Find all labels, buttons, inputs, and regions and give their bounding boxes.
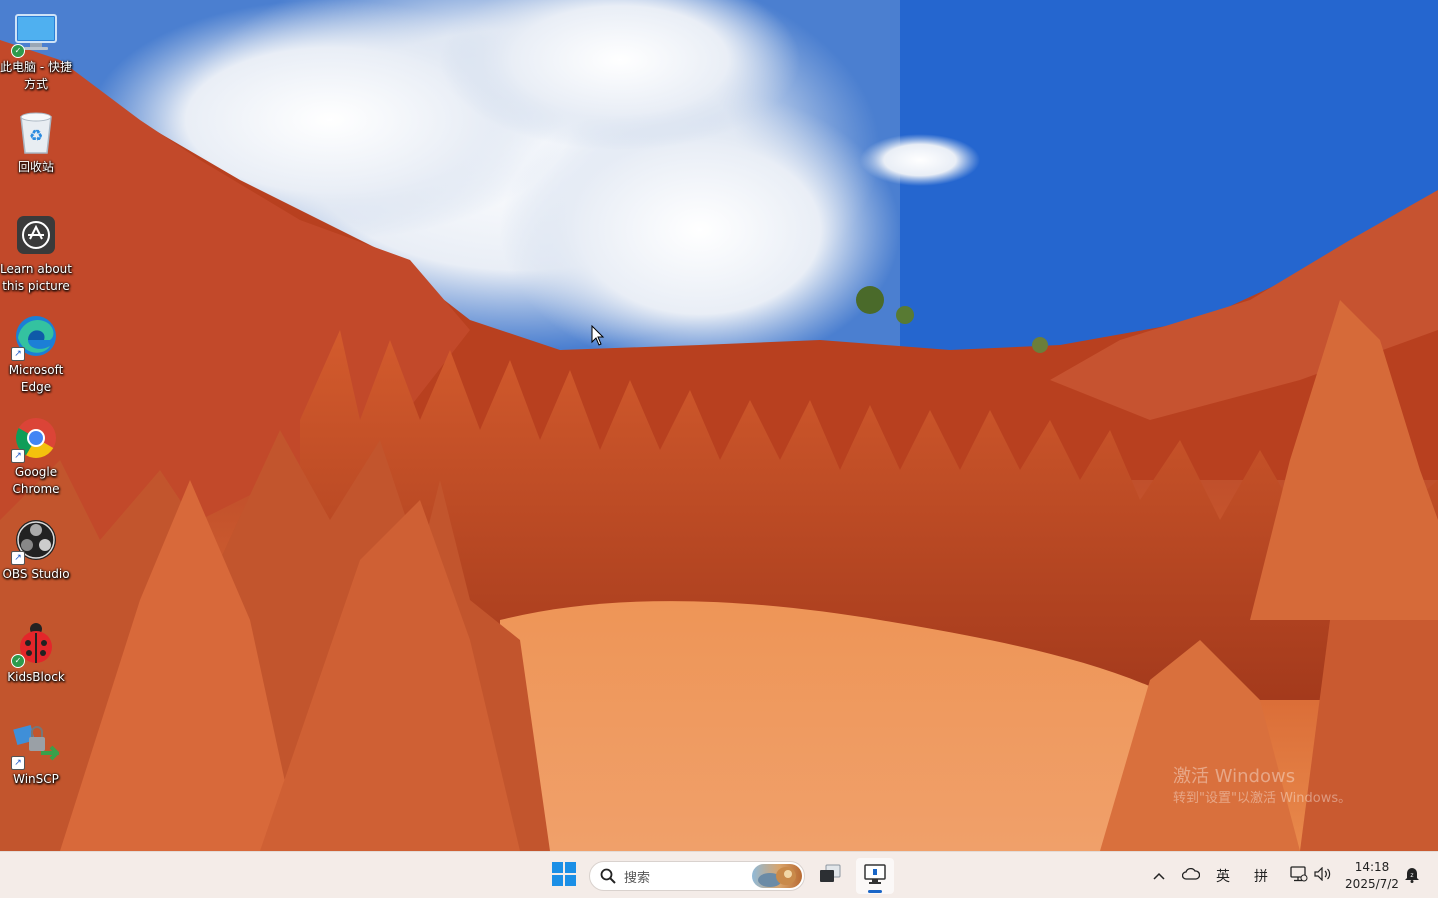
volume-tray-button[interactable] <box>1312 852 1334 899</box>
desktop-icon-label: WinSCP <box>13 772 59 786</box>
desktop-icon-label: 回收站 <box>17 160 54 174</box>
desktop-wallpaper <box>0 0 1438 851</box>
recycle-bin-icon: ♻ <box>13 110 59 156</box>
cloud-icon <box>1181 867 1201 884</box>
edge-icon: ↗ <box>11 313 59 361</box>
check-badge-icon: ✓ <box>11 654 25 668</box>
desktop-icon-recycle-bin[interactable]: ♻ 回收站 <box>0 110 72 176</box>
search-highlight-image <box>752 864 802 888</box>
desktop-icon-this-pc[interactable]: ✓ 此电脑 - 快捷方式 <box>0 10 72 93</box>
show-hidden-icons-button[interactable] <box>1148 852 1170 899</box>
desktop-icon-label: 此电脑 - 快捷方式 <box>0 60 72 91</box>
bell-icon: z <box>1404 865 1420 887</box>
shortcut-arrow-icon: ↗ <box>11 347 25 361</box>
notification-center-button[interactable]: z <box>1400 852 1424 899</box>
clock-date: 2025/7/2 <box>1345 877 1399 891</box>
desktop-icon-label: Learn about this picture <box>0 262 72 293</box>
desktop-icon-label: KidsBlock <box>7 670 65 684</box>
mouse-cursor-icon <box>591 324 605 351</box>
ime-mode-label: 拼 <box>1254 868 1268 885</box>
input-language-label: 英 <box>1216 868 1230 885</box>
svg-text:z: z <box>1410 872 1413 879</box>
task-view-icon <box>817 863 843 889</box>
chrome-icon: ↗ <box>11 415 59 463</box>
speaker-icon <box>1314 866 1332 885</box>
watermark-subtitle: 转到"设置"以激活 Windows。 <box>1173 791 1352 806</box>
taskbar: 搜索 英 拼 14:18 2025/7/2 z <box>0 851 1438 898</box>
clock-time: 14:18 <box>1354 860 1390 874</box>
ime-mode-button[interactable]: 拼 <box>1248 852 1274 899</box>
desktop-icon-learn-picture[interactable]: Learn about this picture <box>0 212 72 295</box>
network-icon <box>1290 865 1308 886</box>
taskbar-app-remote-desktop[interactable] <box>856 858 894 894</box>
task-view-button[interactable] <box>812 858 848 894</box>
desktop-icon-chrome[interactable]: ↗ Google Chrome <box>0 415 72 498</box>
monitor-icon: ✓ <box>11 10 59 58</box>
activation-watermark: 激活 Windows 转到"设置"以激活 Windows。 <box>1173 766 1351 810</box>
onedrive-tray-button[interactable] <box>1178 852 1204 899</box>
winscp-icon: ↗ <box>11 722 59 770</box>
windows-logo-icon <box>552 862 576 890</box>
check-badge-icon: ✓ <box>11 44 25 58</box>
watermark-title: 激活 Windows <box>1173 766 1296 787</box>
search-placeholder: 搜索 <box>624 870 651 886</box>
shortcut-arrow-icon: ↗ <box>11 551 25 565</box>
desktop-icon-edge[interactable]: ↗ Microsoft Edge <box>0 313 72 396</box>
desktop-icon-label: Microsoft Edge <box>8 363 64 394</box>
svg-text:♻: ♻ <box>29 126 43 145</box>
ladybug-icon: ✓ <box>11 620 59 668</box>
network-tray-button[interactable] <box>1288 852 1310 899</box>
input-language-button[interactable]: 英 <box>1210 852 1236 899</box>
chevron-up-icon <box>1153 868 1165 884</box>
desktop-icon-winscp[interactable]: ↗ WinSCP <box>0 722 72 788</box>
shortcut-arrow-icon: ↗ <box>11 756 25 770</box>
taskbar-clock[interactable]: 14:18 2025/7/2 <box>1340 859 1404 893</box>
remote-desktop-icon <box>863 863 887 889</box>
camera-icon <box>13 212 59 258</box>
desktop-icon-obs[interactable]: ↗ OBS Studio <box>0 517 72 583</box>
active-app-indicator <box>868 890 882 893</box>
search-icon <box>600 868 616 884</box>
desktop-icon-kidsblock[interactable]: ✓ KidsBlock <box>0 620 72 686</box>
shortcut-arrow-icon: ↗ <box>11 449 25 463</box>
desktop-icon-label: Google Chrome <box>12 465 60 496</box>
wallpaper-art <box>0 0 1438 851</box>
obs-icon: ↗ <box>11 517 59 565</box>
desktop-icon-label: OBS Studio <box>2 567 70 581</box>
start-button[interactable] <box>546 858 582 894</box>
taskbar-search-box[interactable]: 搜索 <box>589 861 805 891</box>
